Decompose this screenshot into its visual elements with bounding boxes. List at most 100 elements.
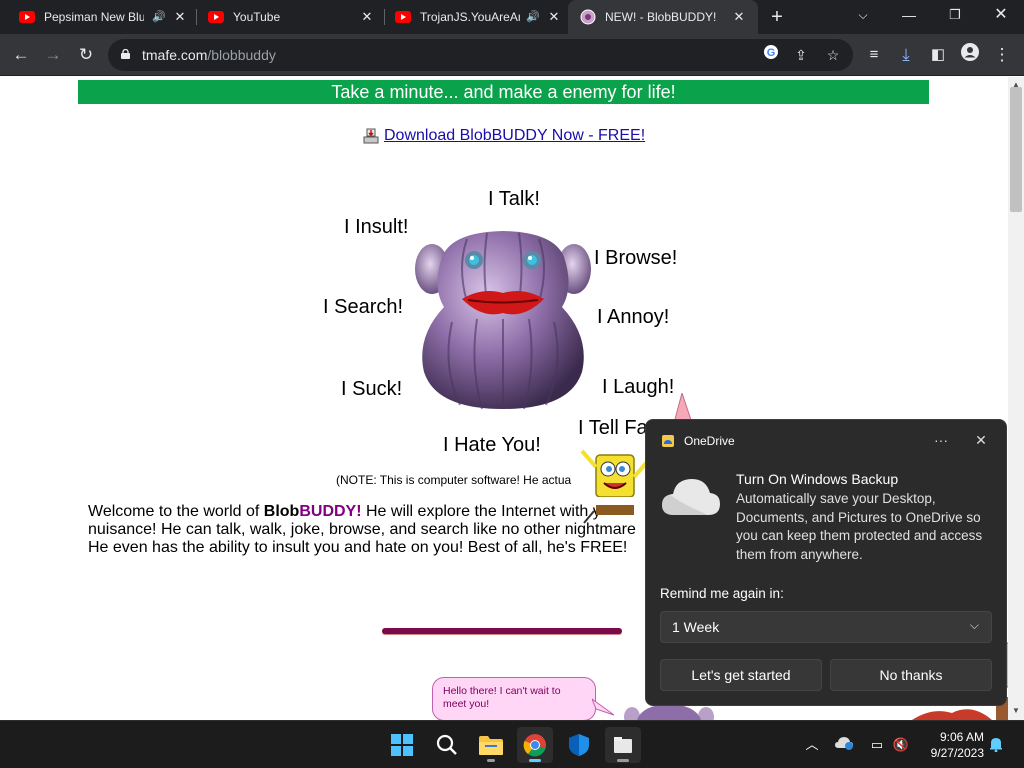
chrome-icon[interactable] bbox=[517, 727, 553, 763]
tab-close-icon[interactable]: ✕ bbox=[172, 9, 188, 25]
tab-trojanjs[interactable]: TrojanJS.YouAreAn 🔊 ✕ bbox=[376, 0, 568, 34]
chevron-down-icon: ⌵ bbox=[969, 618, 979, 632]
download-link[interactable]: Download BlobBUDDY Now - FREE! bbox=[363, 127, 645, 145]
speaker-icon[interactable]: 🔊 bbox=[152, 10, 166, 23]
search-icon[interactable] bbox=[429, 727, 465, 763]
tab-search-icon[interactable]: ⌵ bbox=[840, 0, 886, 30]
tab-strip: Pepsiman New Blu 🔊 ✕ YouTube ✕ TrojanJS.… bbox=[0, 0, 1024, 34]
lets-get-started-button[interactable]: Let's get started bbox=[660, 659, 822, 691]
notification-bell-icon[interactable] bbox=[987, 736, 1005, 754]
no-thanks-button[interactable]: No thanks bbox=[830, 659, 992, 691]
windows-security-icon[interactable] bbox=[561, 727, 597, 763]
close-notification-icon[interactable]: ✕ bbox=[972, 431, 990, 449]
bookmark-star-icon[interactable]: ☆ bbox=[822, 44, 844, 66]
welcome-paragraph: Welcome to the world of BlobBUDDY! He wi… bbox=[88, 503, 648, 557]
url-text[interactable]: tmafe.com/blobbuddy bbox=[142, 47, 276, 63]
chrome-menu-icon[interactable]: ⋮ bbox=[990, 43, 1014, 67]
label-tell: I Tell Fa bbox=[578, 417, 648, 439]
running-indicator bbox=[487, 759, 495, 762]
youtube-icon bbox=[395, 9, 411, 25]
horizontal-divider bbox=[382, 628, 622, 634]
back-button[interactable]: ← bbox=[9, 43, 33, 67]
reload-button[interactable]: ↻ bbox=[74, 43, 98, 67]
tab-title: YouTube bbox=[233, 10, 281, 24]
profile-avatar-icon[interactable] bbox=[958, 43, 982, 67]
tab-close-icon[interactable]: ✕ bbox=[546, 9, 562, 25]
tab-blobbuddy[interactable]: NEW! - BlobBUDDY! ✕ bbox=[568, 0, 758, 34]
notification-body: Automatically save your Desktop, Documen… bbox=[736, 491, 983, 562]
software-note: (NOTE: This is computer software! He act… bbox=[336, 473, 572, 487]
download-icon[interactable]: ⤓ bbox=[894, 43, 918, 67]
remind-dropdown[interactable]: 1 Week ⌵ bbox=[660, 611, 992, 643]
label-insult: I Insult! bbox=[344, 216, 409, 238]
tab-title: TrojanJS.YouAreAn bbox=[420, 10, 520, 24]
windows-taskbar: ︿ ▭ 🔇 9:06 AM 9/27/2023 bbox=[0, 720, 1024, 768]
label-laugh: I Laugh! bbox=[602, 376, 675, 398]
label-suck: I Suck! bbox=[341, 378, 403, 400]
label-annoy: I Annoy! bbox=[597, 306, 670, 328]
welcome-intro: Welcome to the world of bbox=[88, 503, 264, 520]
more-options-icon[interactable]: ··· bbox=[931, 431, 951, 449]
clock-time: 9:06 AM bbox=[939, 730, 984, 744]
windows-start-icon[interactable] bbox=[384, 727, 420, 763]
scroll-down-icon[interactable]: ▼ bbox=[1012, 707, 1020, 715]
notification-title: Turn On Windows Backup bbox=[736, 471, 899, 487]
spongebob-image bbox=[580, 449, 650, 524]
notification-app-name: OneDrive bbox=[684, 434, 735, 448]
close-window-button[interactable]: ✕ bbox=[978, 0, 1024, 30]
page-scrollbar[interactable]: ▲ ▼ bbox=[1008, 77, 1024, 720]
scrollbar-thumb[interactable] bbox=[1010, 87, 1022, 212]
onedrive-notification: OneDrive ··· ✕ Turn On Windows Backup Au… bbox=[645, 419, 1007, 706]
tab-pepsiman[interactable]: Pepsiman New Blu 🔊 ✕ bbox=[0, 0, 195, 34]
file-explorer-icon[interactable] bbox=[473, 727, 509, 763]
remind-dropdown-value: 1 Week bbox=[672, 619, 720, 635]
new-tab-button[interactable]: + bbox=[766, 6, 788, 28]
youtube-icon bbox=[208, 9, 224, 25]
minimize-button[interactable]: — bbox=[886, 0, 932, 30]
restore-button[interactable]: ❐ bbox=[932, 0, 978, 30]
youtube-icon bbox=[19, 9, 35, 25]
volume-muted-icon[interactable]: 🔇 bbox=[892, 736, 910, 754]
lock-icon[interactable] bbox=[121, 49, 130, 59]
label-search: I Search! bbox=[323, 296, 404, 318]
screen: Pepsiman New Blu 🔊 ✕ YouTube ✕ TrojanJS.… bbox=[0, 0, 1024, 768]
welcome-line3: He even has the ability to insult you an… bbox=[88, 539, 628, 556]
blobbuddy-character-image bbox=[415, 231, 591, 410]
media-controls-icon[interactable]: ≡ bbox=[862, 43, 886, 67]
blobbuddy-icon bbox=[580, 9, 596, 25]
svg-text:G: G bbox=[767, 47, 776, 59]
running-indicator bbox=[529, 759, 541, 762]
tab-close-icon[interactable]: ✕ bbox=[359, 9, 375, 25]
share-icon[interactable]: ⇪ bbox=[790, 44, 812, 66]
show-hidden-icons-icon[interactable]: ︿ bbox=[803, 736, 821, 754]
google-lens-icon[interactable]: G bbox=[760, 44, 782, 66]
remind-label: Remind me again in: bbox=[660, 586, 784, 601]
network-icon[interactable]: ▭ bbox=[868, 736, 886, 754]
onedrive-app-icon bbox=[662, 435, 674, 447]
side-panel-icon[interactable]: ◧ bbox=[926, 43, 950, 67]
tab-title: Pepsiman New Blu bbox=[44, 10, 144, 24]
running-indicator bbox=[617, 759, 629, 762]
url-path: /blobbuddy bbox=[207, 47, 276, 63]
brand-buddy: BUDDY bbox=[299, 503, 357, 520]
onedrive-tray-icon[interactable] bbox=[835, 736, 853, 754]
tab-close-icon[interactable]: ✕ bbox=[731, 9, 747, 25]
download-disk-icon bbox=[363, 128, 379, 144]
welcome-line2: nuisance! He can talk, walk, joke, brows… bbox=[88, 521, 636, 538]
cloud-icon bbox=[662, 479, 720, 515]
speaker-icon[interactable]: 🔊 bbox=[526, 10, 540, 23]
speech-bubble-tail-icon bbox=[592, 698, 615, 716]
speech-bubble: Hello there! I can't wait to meet you! bbox=[432, 677, 596, 720]
url-domain: tmafe.com bbox=[142, 47, 208, 63]
label-browse: I Browse! bbox=[594, 247, 678, 269]
address-bar[interactable]: tmafe.com/blobbuddy G ⇪ ☆ bbox=[108, 39, 853, 71]
clock-date: 9/27/2023 bbox=[930, 746, 984, 760]
system-clock[interactable]: 9:06 AM 9/27/2023 bbox=[922, 729, 984, 761]
tab-youtube[interactable]: YouTube ✕ bbox=[189, 0, 384, 34]
app-icon[interactable] bbox=[605, 727, 641, 763]
label-talk: I Talk! bbox=[488, 188, 540, 210]
forward-button[interactable]: → bbox=[41, 43, 65, 67]
welcome-line1: He will explore the Internet with y bbox=[361, 503, 601, 520]
tab-title: NEW! - BlobBUDDY! bbox=[605, 10, 717, 24]
browser-toolbar: ← → ↻ tmafe.com/blobbuddy G ⇪ ☆ ≡ ⤓ ◧ ⋮ bbox=[0, 34, 1024, 76]
